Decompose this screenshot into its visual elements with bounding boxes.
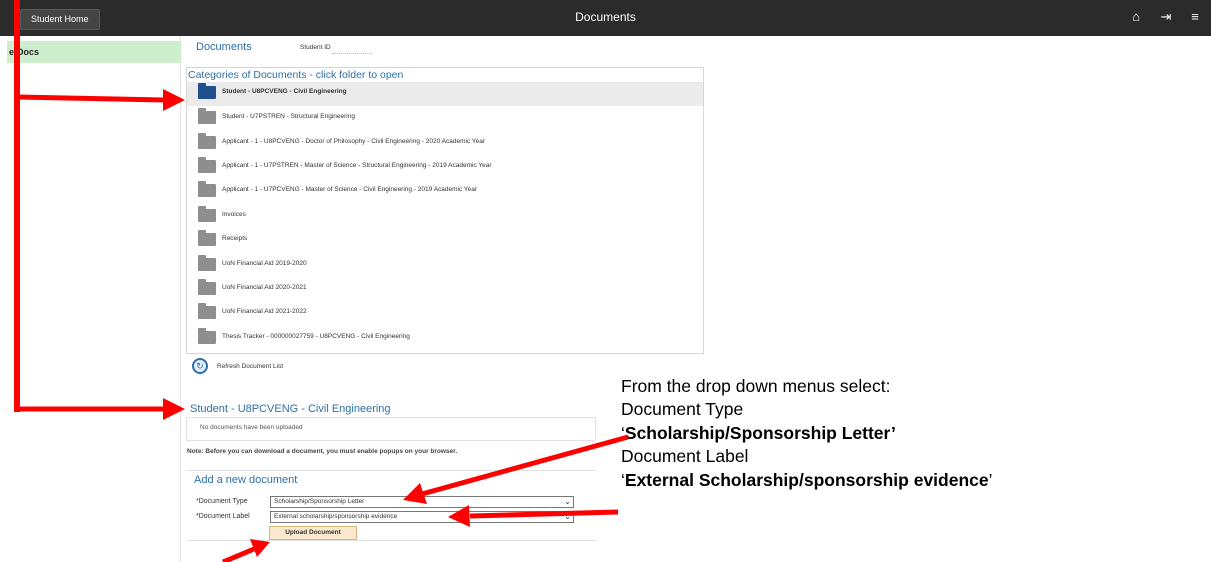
- document-type-label: *Document Type: [196, 498, 248, 505]
- document-label-value: External scholarship/sponsorship evidenc…: [274, 513, 398, 520]
- arrow-line: [222, 546, 255, 562]
- folder-row[interactable]: UoN Financial Aid 2020-2021: [187, 278, 703, 302]
- popup-note: Note: Before you can download a document…: [187, 448, 458, 455]
- page: Student Home Documents ⌂ ⇥ ≡ e-Docs Docu…: [0, 0, 1211, 562]
- folder-row[interactable]: Invoices: [187, 205, 703, 229]
- folder-label[interactable]: UoN Financial Aid 2021-2022: [222, 308, 307, 315]
- instruction-bold: External Scholarship/sponsorship evidenc…: [624, 470, 989, 490]
- folder-icon[interactable]: [198, 83, 216, 99]
- home-icon[interactable]: ⌂: [1127, 8, 1145, 26]
- chevron-down-icon[interactable]: ⌄: [564, 497, 571, 507]
- arrow-head: [250, 539, 270, 557]
- instruction-bold: Scholarship/Sponsorship Letter’: [624, 423, 896, 443]
- folder-icon[interactable]: [198, 108, 216, 124]
- chevron-down-icon[interactable]: ⌄: [564, 512, 571, 522]
- folder-icon[interactable]: [198, 279, 216, 295]
- instruction-line: Document Label: [621, 446, 749, 466]
- folder-row[interactable]: Receipts: [187, 229, 703, 253]
- folder-row[interactable]: Student - U7PSTREN - Structural Engineer…: [187, 107, 703, 131]
- folder-row[interactable]: Thesis Tracker - 000000027759 - U8PCVENG…: [187, 327, 703, 351]
- page-title: Documents: [575, 10, 636, 24]
- folder-icon[interactable]: [198, 181, 216, 197]
- folder-row[interactable]: Applicant - 1 - U8PCVENG - Doctor of Phi…: [187, 132, 703, 156]
- folder-row[interactable]: UoN Financial Aid 2021-2022: [187, 302, 703, 326]
- document-type-select[interactable]: Scholarship/Sponsorship Letter ⌄: [270, 496, 574, 508]
- folder-icon[interactable]: [198, 157, 216, 173]
- folder-label[interactable]: Invoices: [222, 211, 246, 218]
- documents-header: Documents: [196, 41, 252, 53]
- instruction-line: ‘Scholarship/Sponsorship Letter’: [621, 423, 896, 444]
- document-label-label: *Document Label: [196, 513, 250, 520]
- instruction-line: Document Type: [621, 399, 744, 419]
- folder-label[interactable]: Student - U7PSTREN - Structural Engineer…: [222, 113, 355, 120]
- refresh-icon[interactable]: ↻: [192, 358, 208, 374]
- folder-label[interactable]: Receipts: [222, 235, 247, 242]
- upload-document-button[interactable]: Upload Document: [269, 526, 357, 540]
- add-document-title: Add a new document: [194, 474, 298, 486]
- folder-label[interactable]: UoN Financial Aid 2020-2021: [222, 284, 307, 291]
- student-id-value: [332, 53, 372, 54]
- folder-row[interactable]: UoN Financial Aid 2019-2020: [187, 254, 703, 278]
- folder-icon[interactable]: [198, 230, 216, 246]
- sidebar: e-Docs: [7, 36, 181, 562]
- folder-icon[interactable]: [198, 255, 216, 271]
- student-id-label: Student ID: [300, 44, 331, 51]
- document-type-value: Scholarship/Sponsorship Letter: [274, 498, 365, 505]
- instruction-line: From the drop down menus select:: [621, 376, 891, 396]
- folder-label[interactable]: Applicant - 1 - U8PCVENG - Doctor of Phi…: [222, 138, 485, 145]
- categories-title: Categories of Documents - click folder t…: [188, 69, 404, 81]
- document-label-select[interactable]: External scholarship/sponsorship evidenc…: [270, 511, 574, 523]
- folder-icon[interactable]: [198, 133, 216, 149]
- folder-label[interactable]: Applicant - 1 - U7PCVENG - Master of Sci…: [222, 186, 477, 193]
- instruction-line: ‘External Scholarship/sponsorship eviden…: [621, 470, 993, 491]
- menu-icon[interactable]: ≡: [1186, 8, 1204, 26]
- folder-icon[interactable]: [198, 328, 216, 344]
- no-documents-message: No documents have been uploaded: [200, 424, 303, 431]
- sidebar-item-edocs[interactable]: e-Docs: [7, 41, 181, 63]
- folder-label[interactable]: Thesis Tracker - 000000027759 - U8PCVENG…: [222, 333, 410, 340]
- quote-mark: ’: [988, 470, 993, 490]
- selected-folder-heading: Student - U8PCVENG - Civil Engineering: [190, 403, 391, 415]
- folder-row[interactable]: Applicant - 1 - U7PCVENG - Master of Sci…: [187, 180, 703, 204]
- folder-label[interactable]: Student - U8PCVENG - Civil Engineering: [222, 88, 347, 95]
- folder-icon[interactable]: [198, 303, 216, 319]
- folder-icon[interactable]: [198, 206, 216, 222]
- refresh-document-list-link[interactable]: Refresh Document List: [217, 363, 283, 370]
- folder-label[interactable]: UoN Financial Aid 2019-2020: [222, 260, 307, 267]
- folder-row[interactable]: Applicant - 1 - U7PSTREN - Master of Sci…: [187, 156, 703, 180]
- sign-out-icon[interactable]: ⇥: [1157, 8, 1175, 26]
- folder-label[interactable]: Applicant - 1 - U7PSTREN - Master of Sci…: [222, 162, 492, 169]
- top-bar: Student Home Documents ⌂ ⇥ ≡: [0, 0, 1211, 36]
- folder-row[interactable]: Student - U8PCVENG - Civil Engineering: [187, 82, 703, 106]
